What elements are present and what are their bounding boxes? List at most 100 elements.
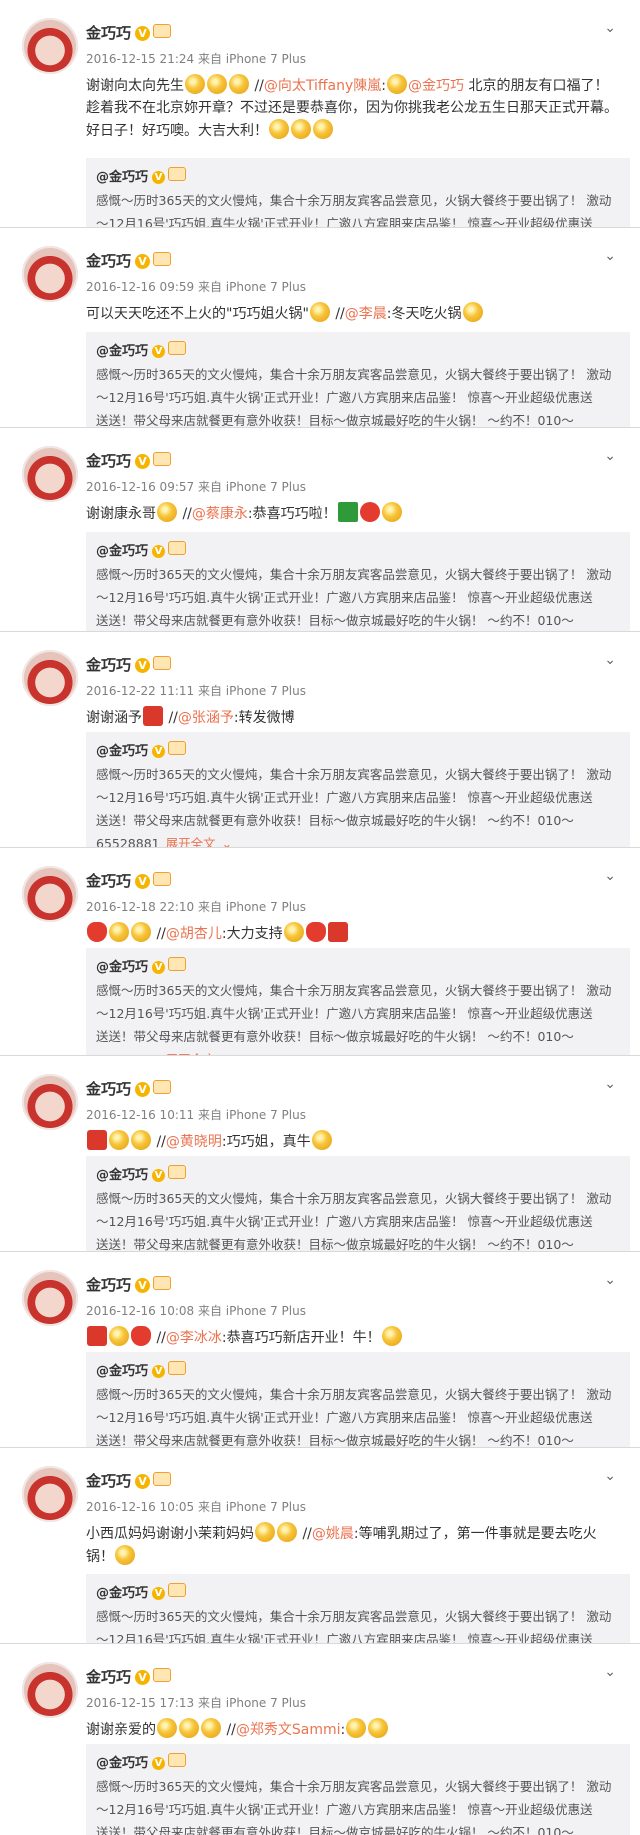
quoted-author-link[interactable]: @金巧巧: [96, 1168, 148, 1183]
quoted-author-link[interactable]: @金巧巧: [96, 344, 148, 359]
username-text[interactable]: 金巧巧: [86, 872, 131, 890]
username-text[interactable]: 金巧巧: [86, 24, 131, 42]
chevron-down-icon[interactable]: ⌄: [604, 1272, 616, 1288]
christmas-tree-icon: [337, 502, 358, 522]
quoted-author-link[interactable]: @金巧巧: [96, 744, 148, 759]
quoted-post[interactable]: @金巧巧 V 感慨～历时365天的文火慢炖，集合十余万朋友宾客品尝意见，火锅大餐终…: [86, 948, 630, 1055]
quoted-post[interactable]: @金巧巧 V 感慨～历时365天的文火慢炖，集合十余万朋友宾客品尝意见，火锅大餐终…: [86, 1744, 630, 1835]
emoji-icon: [387, 74, 408, 94]
verified-icon: V: [152, 961, 166, 974]
post-meta: 2016-12-16 09:57 来自 iPhone 7 Plus: [86, 480, 306, 494]
post-text: 可以天天吃还不上火的"巧巧姐火锅" //@李晨:冬天吃火锅: [86, 302, 620, 325]
chevron-down-icon[interactable]: ⌄: [604, 1664, 616, 1680]
username-text[interactable]: 金巧巧: [86, 656, 131, 674]
verified-icon: V: [152, 171, 166, 184]
verified-icon: V: [152, 545, 166, 558]
avatar[interactable]: [22, 650, 78, 706]
avatar[interactable]: [22, 1074, 78, 1130]
mention-link[interactable]: @姚晨: [312, 1526, 354, 1542]
quoted-author-link[interactable]: @金巧巧: [96, 960, 148, 975]
chevron-down-icon[interactable]: ⌄: [604, 868, 616, 884]
avatar[interactable]: [22, 866, 78, 922]
quoted-author-link[interactable]: @金巧巧: [96, 170, 148, 185]
avatar[interactable]: [22, 446, 78, 502]
chevron-down-icon[interactable]: ⌄: [604, 20, 616, 36]
avatar[interactable]: [22, 1662, 78, 1718]
member-icon: [153, 24, 172, 38]
mention-link[interactable]: @张涵予: [178, 710, 234, 726]
emoji-icon: [179, 1718, 199, 1738]
power-icon: [87, 1130, 107, 1150]
post-text-part: 谢谢康永哥: [86, 506, 156, 522]
verified-icon: V: [152, 1169, 166, 1182]
chevron-down-icon[interactable]: ⌄: [604, 652, 616, 668]
username[interactable]: 金巧巧 V: [86, 654, 172, 675]
username[interactable]: 金巧巧 V: [86, 1078, 172, 1099]
quoted-line: ～12月16号'巧巧姐.真牛火锅'正式开业！广邀八方宾朋来店品鉴！ 惊喜～开业超…: [96, 1006, 593, 1021]
mention-link[interactable]: @李冰冰: [166, 1330, 222, 1346]
chevron-down-icon[interactable]: ⌄: [222, 836, 232, 847]
power-icon: [87, 1326, 107, 1346]
chevron-down-icon[interactable]: ⌄: [604, 448, 616, 464]
username[interactable]: 金巧巧 V: [86, 1666, 172, 1687]
verified-icon: V: [135, 454, 151, 469]
repost-card: 金巧巧 V 2016-12-16 10:08 来自 iPhone 7 Plus ⌄…: [0, 1252, 640, 1448]
mention-link[interactable]: @胡杏儿: [166, 926, 222, 942]
avatar[interactable]: [22, 1466, 78, 1522]
post-text-part: :恭喜巧巧新店开业！牛！: [221, 1330, 381, 1346]
expand-full-text-link[interactable]: 展开全文: [166, 836, 216, 847]
quoted-line: 感慨～历时365天的文火慢炖，集合十余万朋友宾客品尝意见，火锅大餐终于要出锅了！…: [96, 767, 612, 782]
avatar[interactable]: [22, 246, 78, 302]
post-text-part: :大力支持: [221, 926, 283, 942]
username-text[interactable]: 金巧巧: [86, 1472, 131, 1490]
chevron-down-icon[interactable]: ⌄: [604, 248, 616, 264]
quoted-post[interactable]: @金巧巧 V 感慨～历时365天的文火慢炖，集合十余万朋友宾客品尝意见，火锅大餐终…: [86, 158, 630, 227]
chevron-down-icon[interactable]: ⌄: [604, 1076, 616, 1092]
username[interactable]: 金巧巧 V: [86, 870, 172, 891]
quoted-line: 感慨～历时365天的文火慢炖，集合十余万朋友宾客品尝意见，火锅大餐终于要出锅了！…: [96, 567, 612, 582]
username[interactable]: 金巧巧 V: [86, 22, 172, 43]
mention-link[interactable]: @向太Tiffany陳嵐: [264, 78, 381, 94]
username[interactable]: 金巧巧 V: [86, 1274, 172, 1295]
avatar[interactable]: [22, 18, 78, 74]
quoted-last-line: 65528881展开全文: [96, 1048, 620, 1055]
username-text[interactable]: 金巧巧: [86, 1668, 131, 1686]
post-text: //@黄晓明:巧巧姐，真牛: [86, 1130, 620, 1153]
mention-link[interactable]: @李晨: [345, 306, 387, 322]
quoted-author: @金巧巧 V: [96, 1752, 620, 1775]
quoted-post[interactable]: @金巧巧 V 感慨～历时365天的文火慢炖，集合十余万朋友宾客品尝意见，火锅大餐终…: [86, 1352, 630, 1447]
quoted-author-link[interactable]: @金巧巧: [96, 544, 148, 559]
username-text[interactable]: 金巧巧: [86, 1276, 131, 1294]
post-text-part: //: [298, 1526, 312, 1542]
username[interactable]: 金巧巧 V: [86, 1470, 172, 1491]
quoted-author-link[interactable]: @金巧巧: [96, 1586, 148, 1601]
post-meta: 2016-12-15 17:13 来自 iPhone 7 Plus: [86, 1696, 306, 1710]
quoted-post[interactable]: @金巧巧 V 感慨～历时365天的文火慢炖，集合十余万朋友宾客品尝意见，火锅大餐终…: [86, 1574, 630, 1643]
username[interactable]: 金巧巧 V: [86, 250, 172, 271]
username-text[interactable]: 金巧巧: [86, 1080, 131, 1098]
mention-link[interactable]: @黄晓明: [166, 1134, 222, 1150]
quoted-line: ～12月16号'巧巧姐.真牛火锅'正式开业！广邀八方宾朋来店品鉴！ 惊喜～开业超…: [96, 390, 593, 405]
verified-icon: V: [152, 1587, 166, 1600]
mention-link[interactable]: @蔡康永: [192, 506, 248, 522]
post-text-part: 谢谢向太向先生: [86, 78, 184, 94]
username-text[interactable]: 金巧巧: [86, 252, 131, 270]
quoted-author: @金巧巧 V: [96, 1164, 620, 1187]
quoted-author-link[interactable]: @金巧巧: [96, 1364, 148, 1379]
quoted-post[interactable]: @金巧巧 V 感慨～历时365天的文火慢炖，集合十余万朋友宾客品尝意见，火锅大餐终…: [86, 1156, 630, 1251]
mention-link[interactable]: @金巧巧: [408, 78, 464, 94]
avatar[interactable]: [22, 1270, 78, 1326]
username-text[interactable]: 金巧巧: [86, 452, 131, 470]
quoted-post[interactable]: @金巧巧 V 感慨～历时365天的文火慢炖，集合十余万朋友宾客品尝意见，火锅大餐终…: [86, 532, 630, 631]
post-text-part: //: [330, 306, 345, 322]
chevron-down-icon[interactable]: ⌄: [604, 1468, 616, 1484]
mention-link[interactable]: @郑秀文Sammi: [236, 1722, 341, 1738]
quoted-post[interactable]: @金巧巧 V 感慨～历时365天的文火慢炖，集合十余万朋友宾客品尝意见，火锅大餐终…: [86, 732, 630, 847]
quoted-author-link[interactable]: @金巧巧: [96, 1756, 148, 1771]
emoji-icon: [313, 119, 333, 139]
quoted-post[interactable]: @金巧巧 V 感慨～历时365天的文火慢炖，集合十余万朋友宾客品尝意见，火锅大餐终…: [86, 332, 630, 427]
username[interactable]: 金巧巧 V: [86, 450, 172, 471]
emoji-icon: [368, 1718, 389, 1738]
heart-icon: [87, 922, 107, 942]
repost-card: 金巧巧 V 2016-12-22 11:11 来自 iPhone 7 Plus ⌄…: [0, 632, 640, 848]
